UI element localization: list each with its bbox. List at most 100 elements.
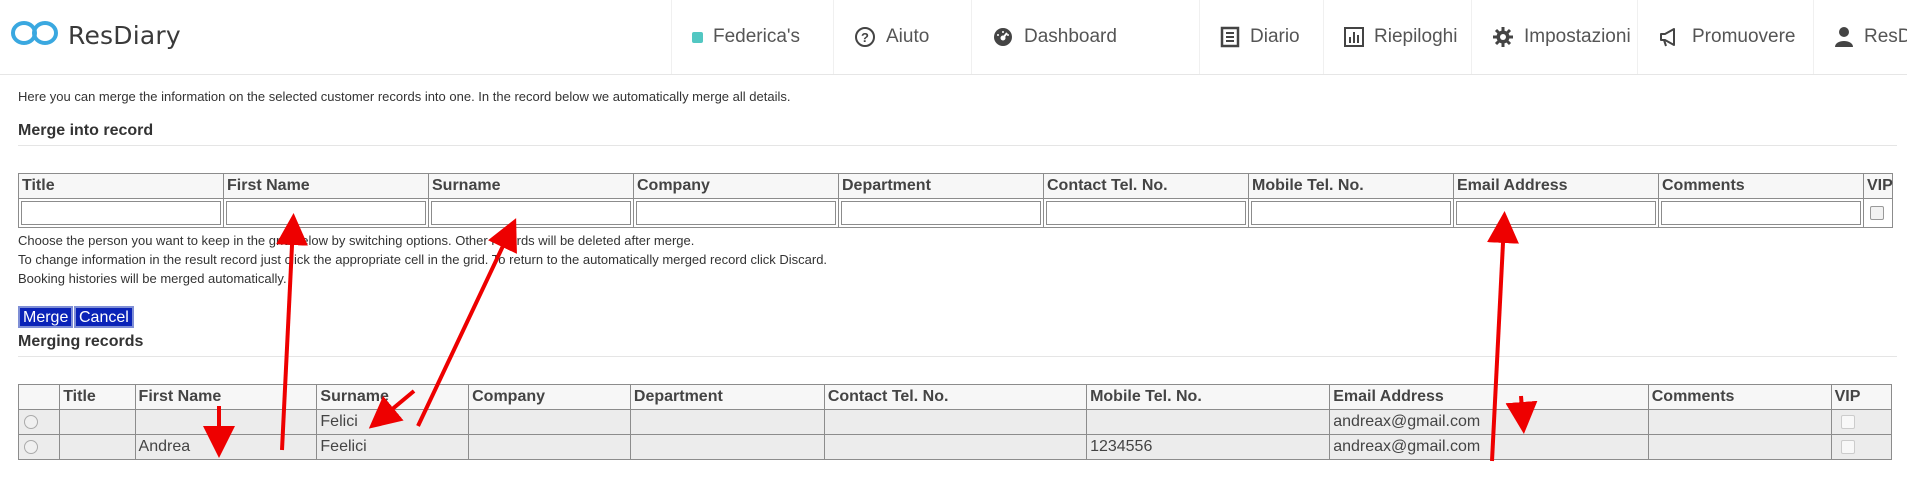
column-header: Email Address — [1329, 384, 1649, 410]
merging-records-title: Merging records — [18, 333, 144, 350]
contact-tel-field[interactable] — [1046, 201, 1246, 225]
column-header: First Name — [223, 173, 429, 199]
column-header: Mobile Tel. No. — [1248, 173, 1454, 199]
nav-item-label: ResDiary Tea... — [1864, 26, 1907, 47]
column-header: Surname — [316, 384, 470, 410]
department-field[interactable] — [841, 201, 1041, 225]
merging-header-row: Title First Name Surname Company Departm… — [17, 384, 1893, 410]
select-record-radio[interactable] — [24, 439, 38, 454]
restaurant-dot-icon — [692, 31, 703, 43]
bar-chart-icon — [1344, 27, 1364, 47]
top-navbar: ResDiary Federica's ? Aiuto Dashboard Di… — [0, 0, 1907, 75]
mobile-tel-cell[interactable]: 1234556 — [1086, 434, 1331, 460]
gear-icon — [1492, 26, 1514, 48]
merge-into-table: Title First Name Surname Company Departm… — [18, 173, 1893, 228]
company-field[interactable] — [636, 201, 836, 225]
email-cell[interactable]: andreax@gmail.com — [1329, 434, 1649, 460]
contact-tel-cell[interactable] — [823, 409, 1088, 435]
email-field[interactable] — [1456, 201, 1656, 225]
svg-text:?: ? — [861, 30, 869, 45]
merge-into-input-row — [18, 198, 1893, 228]
surname-cell[interactable]: Felici — [316, 409, 470, 435]
merge-into-title: Merge into record — [18, 122, 154, 139]
nav-item-dashboard[interactable]: Dashboard — [971, 0, 1199, 74]
title-field[interactable] — [21, 201, 221, 225]
department-cell[interactable] — [629, 434, 825, 460]
help-circle-icon: ? — [854, 26, 876, 48]
nav-item-label: Riepiloghi — [1374, 26, 1458, 47]
column-header: VIP — [1830, 384, 1893, 410]
column-header: Email Address — [1453, 173, 1659, 199]
comments-cell[interactable] — [1647, 434, 1832, 460]
nav-item-impostazioni[interactable]: Impostazioni — [1471, 0, 1637, 74]
column-header: Contact Tel. No. — [823, 384, 1088, 410]
nav-item-diario[interactable]: Diario — [1199, 0, 1323, 74]
main-nav: Federica's ? Aiuto Dashboard Diario Riep… — [671, 0, 1907, 74]
dashboard-gauge-icon — [992, 26, 1014, 48]
table-row[interactable]: Andrea Feelici 1234556 andreax@gmail.com — [17, 434, 1893, 460]
resdiary-logo-icon — [10, 18, 60, 53]
first-name-cell[interactable] — [134, 409, 318, 435]
nav-item-aiuto[interactable]: ? Aiuto — [833, 0, 971, 74]
nav-item-user-account[interactable]: ResDiary Tea... — [1813, 0, 1907, 74]
surname-field[interactable] — [431, 201, 631, 225]
megaphone-icon — [1658, 26, 1682, 48]
divider — [18, 356, 1897, 357]
title-cell[interactable] — [59, 434, 136, 460]
nav-item-restaurant[interactable]: Federica's — [671, 0, 833, 74]
divider — [18, 145, 1897, 146]
column-header: Comments — [1647, 384, 1832, 410]
intro-text: Here you can merge the information on th… — [18, 89, 791, 104]
column-header: Contact Tel. No. — [1043, 173, 1249, 199]
first-name-field[interactable] — [226, 201, 426, 225]
nav-item-promuovere[interactable]: Promuovere — [1637, 0, 1813, 74]
nav-item-riepiloghi[interactable]: Riepiloghi — [1323, 0, 1471, 74]
brand-logo[interactable]: ResDiary — [10, 18, 181, 53]
contact-tel-cell[interactable] — [823, 434, 1088, 460]
column-header: Surname — [428, 173, 634, 199]
company-cell[interactable] — [468, 434, 631, 460]
merge-into-header-row: Title First Name Surname Company Departm… — [18, 173, 1893, 199]
column-header: Title — [18, 173, 224, 199]
brand-name: ResDiary — [68, 21, 181, 50]
column-header: Company — [468, 384, 631, 410]
column-header: Comments — [1658, 173, 1864, 199]
vip-checkbox[interactable] — [1840, 414, 1855, 429]
nav-item-label: Federica's — [713, 26, 801, 47]
vip-checkbox[interactable] — [1840, 439, 1855, 454]
column-header: Title — [59, 384, 136, 410]
department-cell[interactable] — [629, 409, 825, 435]
comments-field[interactable] — [1661, 201, 1861, 225]
select-record-radio[interactable] — [24, 414, 38, 429]
cancel-button[interactable]: Cancel — [74, 306, 134, 328]
nav-item-label: Promuovere — [1692, 26, 1796, 47]
merge-button[interactable]: Merge — [18, 306, 74, 328]
surname-cell[interactable]: Feelici — [316, 434, 470, 460]
vip-checkbox[interactable] — [1870, 205, 1884, 220]
mobile-tel-cell[interactable] — [1086, 409, 1331, 435]
company-cell[interactable] — [468, 409, 631, 435]
column-header: Company — [633, 173, 839, 199]
nav-item-label: Aiuto — [886, 26, 930, 47]
diary-book-icon — [1220, 26, 1240, 48]
comments-cell[interactable] — [1647, 409, 1832, 435]
help-text-change: To change information in the result reco… — [18, 252, 828, 267]
nav-item-label: Diario — [1250, 26, 1300, 47]
table-row[interactable]: Felici andreax@gmail.com — [17, 409, 1893, 435]
column-header — [17, 384, 61, 410]
nav-item-label: Impostazioni — [1524, 26, 1631, 47]
user-icon — [1834, 26, 1854, 48]
nav-item-label: Dashboard — [1024, 26, 1117, 47]
column-header: Department — [629, 384, 825, 410]
merging-records-table: Title First Name Surname Company Departm… — [17, 384, 1893, 460]
first-name-cell[interactable]: Andrea — [134, 434, 318, 460]
title-cell[interactable] — [59, 409, 136, 435]
column-header: Mobile Tel. No. — [1086, 384, 1331, 410]
help-text-bookings: Booking histories will be merged automat… — [18, 271, 287, 286]
email-cell[interactable]: andreax@gmail.com — [1329, 409, 1649, 435]
column-header: VIP — [1863, 173, 1893, 199]
column-header: First Name — [134, 384, 318, 410]
help-text-choose: Choose the person you want to keep in th… — [18, 233, 695, 248]
mobile-tel-field[interactable] — [1251, 201, 1451, 225]
column-header: Department — [838, 173, 1044, 199]
